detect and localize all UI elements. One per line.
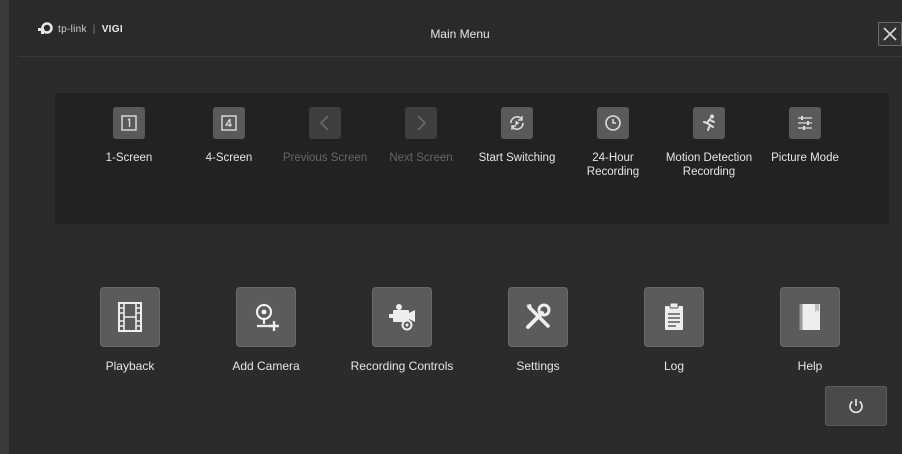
clock-icon: [597, 107, 629, 139]
quick-actions-panel: 1-Screen 4-Screen Previous Screen Next S…: [55, 93, 889, 224]
film-icon: [100, 287, 160, 347]
help-button[interactable]: Help: [750, 287, 870, 373]
help-label: Help: [797, 359, 823, 373]
four-screen-label: 4-Screen: [205, 152, 253, 164]
add-camera-label: Add Camera: [232, 359, 300, 373]
next-screen-button[interactable]: Next Screen: [373, 107, 469, 165]
sliders-icon: [789, 107, 821, 139]
power-button[interactable]: [825, 386, 887, 426]
switch-cycle-icon: [501, 107, 533, 139]
one-screen-icon: [113, 107, 145, 139]
power-icon: [849, 399, 863, 414]
start-switching-button[interactable]: Start Switching: [469, 107, 565, 165]
playback-button[interactable]: Playback: [70, 287, 190, 373]
picture-mode-button[interactable]: Picture Mode: [757, 107, 853, 165]
title-bar: tp-link | VIGI Main Menu: [18, 0, 902, 57]
log-label: Log: [663, 359, 685, 373]
close-icon: [883, 27, 897, 41]
previous-screen-label: Previous Screen: [282, 152, 368, 164]
tools-icon: [508, 287, 568, 347]
add-camera-button[interactable]: Add Camera: [206, 287, 326, 373]
close-button[interactable]: [878, 22, 902, 46]
playback-label: Playback: [105, 359, 155, 373]
chevron-right-icon: [405, 107, 437, 139]
add-camera-icon: [236, 287, 296, 347]
one-screen-label: 1-Screen: [105, 152, 153, 164]
start-switching-label: Start Switching: [478, 152, 556, 164]
camera-settings-icon: [372, 287, 432, 347]
picture-mode-label: Picture Mode: [771, 152, 839, 164]
next-screen-label: Next Screen: [389, 152, 453, 164]
settings-label: Settings: [516, 359, 560, 373]
log-button[interactable]: Log: [614, 287, 734, 373]
previous-screen-button[interactable]: Previous Screen: [277, 107, 373, 165]
recording-controls-label: Recording Controls: [350, 359, 454, 373]
twenty-four-hour-recording-button[interactable]: 24-Hour Recording: [565, 107, 661, 179]
motion-detection-recording-label: Motion Detection Recording: [665, 152, 753, 178]
settings-button[interactable]: Settings: [478, 287, 598, 373]
motion-detection-recording-button[interactable]: Motion Detection Recording: [661, 107, 757, 179]
chevron-left-icon: [309, 107, 341, 139]
recording-controls-button[interactable]: Recording Controls: [342, 287, 462, 373]
page-title: Main Menu: [430, 27, 490, 41]
four-screen-icon: [213, 107, 245, 139]
one-screen-button[interactable]: 1-Screen: [81, 107, 177, 165]
running-person-icon: [693, 107, 725, 139]
twenty-four-hour-recording-label: 24-Hour Recording: [586, 152, 640, 178]
book-icon: [780, 287, 840, 347]
main-menu-window: tp-link | VIGI Main Menu 1-Screen 4-Scre…: [0, 0, 902, 454]
clipboard-icon: [644, 287, 704, 347]
four-screen-button[interactable]: 4-Screen: [181, 107, 277, 165]
